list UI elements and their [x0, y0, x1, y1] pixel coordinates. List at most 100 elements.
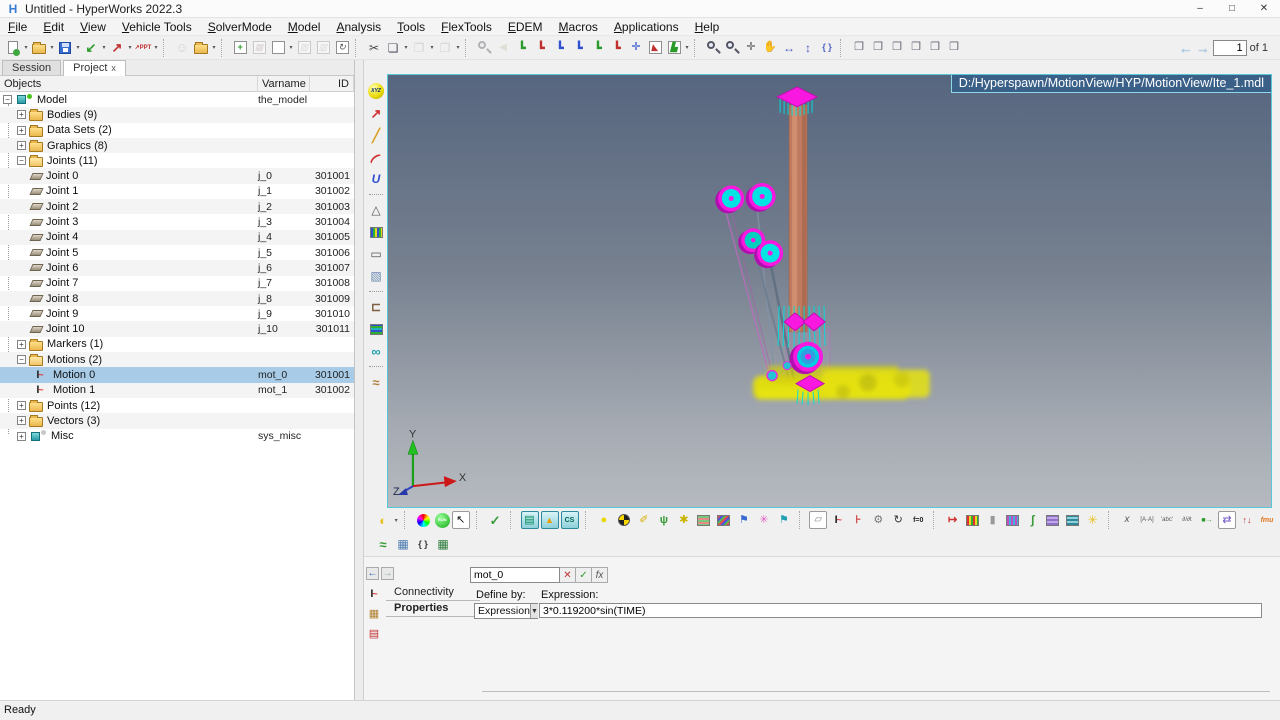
copy-image-icon[interactable]: ❒ — [926, 39, 944, 57]
fit-height-icon[interactable]: ↕ — [799, 39, 817, 57]
paste-special-icon-dropdown[interactable]: ▾ — [455, 44, 461, 51]
menu-file[interactable]: File — [0, 19, 35, 35]
view-xz-icon[interactable]: ┗ — [551, 39, 569, 57]
panel-back-button[interactable]: ← — [366, 567, 379, 580]
solver-export-icon[interactable]: ■→ — [1198, 511, 1216, 529]
export-model-icon[interactable]: ↗ — [108, 39, 126, 57]
tree-expander-icon[interactable]: − — [17, 156, 26, 165]
view-iso-icon[interactable]: ✛ — [627, 39, 645, 57]
view-zy-icon[interactable]: ┗ — [608, 39, 626, 57]
tree-row-data-sets-2-[interactable]: +Data Sets (2) — [0, 123, 354, 138]
tree-row-joint-3[interactable]: Joint 3j_3301004 — [0, 214, 354, 229]
icon[interactable]: I~ — [31, 381, 49, 399]
xyz-coords-icon[interactable]: XYZ — [367, 82, 385, 100]
paste-icon-dropdown[interactable]: ▾ — [429, 44, 435, 51]
tree-expander-icon[interactable]: − — [17, 355, 26, 364]
vector-entity-icon[interactable]: ↗ — [367, 104, 385, 122]
next-page-button[interactable]: → — [1196, 40, 1210, 56]
panel-splitter[interactable] — [355, 60, 364, 700]
panel-notes-icon[interactable]: ▤ — [365, 625, 383, 643]
table-icon[interactable]: ▦ — [434, 535, 452, 553]
page-layout-icon[interactable] — [269, 39, 287, 57]
organize-library-icon[interactable] — [192, 39, 210, 57]
fmu-icon[interactable]: fmu — [1258, 511, 1276, 529]
view-back-icon[interactable]: ◀ — [494, 39, 512, 57]
tree-expander-icon[interactable]: + — [17, 141, 26, 150]
tree-row-bodies-9-[interactable]: +Bodies (9) — [0, 107, 354, 122]
coupler-entity-icon[interactable]: ✱ — [675, 511, 693, 529]
menu-help[interactable]: Help — [687, 19, 728, 35]
tab-project[interactable]: Projectx — [63, 60, 126, 76]
force-entity-icon[interactable]: ✳ — [755, 511, 773, 529]
clamp-icon[interactable]: ⊏ — [367, 298, 385, 316]
close-button[interactable]: ✕ — [1248, 0, 1280, 18]
save-image-icon[interactable]: ❒ — [945, 39, 963, 57]
tree-row-joint-8[interactable]: Joint 8j_8301009 — [0, 291, 354, 306]
new-session-icon-dropdown[interactable]: ▾ — [23, 44, 29, 51]
zoom-in-icon[interactable] — [704, 39, 722, 57]
panel-tab-properties[interactable]: Properties — [386, 601, 480, 617]
tree-row-vectors-3-[interactable]: +Vectors (3) — [0, 413, 354, 428]
layout-four-icon[interactable]: ▥ — [314, 39, 332, 57]
snapshot-icon[interactable]: ▧ — [367, 267, 385, 285]
entity-display-icon[interactable]: ▙ — [665, 39, 683, 57]
shaded-view-icon-dropdown[interactable]: ▾ — [394, 517, 398, 524]
joint-entity-icon[interactable]: ψ — [655, 511, 673, 529]
deformed-shape-icon[interactable] — [367, 320, 385, 338]
tree-expander-icon[interactable]: + — [17, 340, 26, 349]
menu-flextools[interactable]: FlexTools — [433, 19, 500, 35]
open-session-icon[interactable] — [30, 39, 48, 57]
add-page-icon[interactable]: + — [231, 39, 249, 57]
matrix-icon[interactable]: [A·A] — [1138, 511, 1156, 529]
capture-image-icon[interactable]: ❒ — [850, 39, 868, 57]
body-entity-icon[interactable] — [615, 511, 633, 529]
tab-session[interactable]: Session — [2, 60, 61, 75]
contact-icon[interactable] — [1064, 511, 1082, 529]
panel-table-icon[interactable]: ▦ — [365, 605, 383, 623]
cut-icon[interactable]: ✂ — [365, 39, 383, 57]
tree-expander-icon[interactable]: + — [17, 126, 26, 135]
menu-edem[interactable]: EDEM — [500, 19, 551, 35]
line-entity-icon[interactable]: ╱ — [367, 126, 385, 144]
import-model-icon-dropdown[interactable]: ▾ — [101, 44, 107, 51]
clamp-tool-icon[interactable]: ⊦ — [849, 511, 867, 529]
menu-tools[interactable]: Tools — [389, 19, 433, 35]
capture-window-icon[interactable]: ❒ — [888, 39, 906, 57]
tree-row-markers-1-[interactable]: +Markers (1) — [0, 337, 354, 352]
fit-width-icon[interactable]: ↔ — [780, 39, 798, 57]
expression-input[interactable] — [539, 603, 1262, 618]
tab-close-icon[interactable]: x — [111, 63, 116, 73]
chevron-down-icon[interactable]: ▼ — [530, 604, 538, 618]
minimize-button[interactable]: – — [1184, 0, 1216, 18]
icon[interactable] — [29, 427, 47, 445]
graphic-entity-icon[interactable] — [715, 511, 733, 529]
entity-display-icon-dropdown[interactable]: ▾ — [684, 44, 690, 51]
apply-check-button[interactable]: ✓ — [576, 567, 592, 583]
entity-name-input[interactable] — [470, 567, 560, 583]
tree-expander-icon[interactable]: + — [17, 432, 26, 441]
new-session-icon[interactable] — [4, 39, 22, 57]
spline-entity-icon[interactable]: U — [367, 170, 385, 188]
derivative-icon[interactable]: ∂/∂t — [1178, 511, 1196, 529]
tree-row-joint-10[interactable]: Joint 10j_10301011 — [0, 321, 354, 336]
menu-macros[interactable]: Macros — [551, 19, 606, 35]
import-model-icon[interactable]: ↙ — [82, 39, 100, 57]
paste-icon[interactable]: ❐ — [410, 39, 428, 57]
attachment-tool-icon[interactable]: ▱ — [809, 511, 827, 529]
orbit-view-icon[interactable]: { } — [818, 39, 836, 57]
point-entity-icon[interactable]: ● — [595, 511, 613, 529]
menu-view[interactable]: View — [72, 19, 114, 35]
sort-bars-icon[interactable]: ↑↓ — [1238, 511, 1256, 529]
export-model-icon-dropdown[interactable]: ▾ — [127, 44, 133, 51]
cs-panel-icon[interactable]: CS — [561, 511, 579, 529]
column-objects[interactable]: Objects — [0, 76, 258, 92]
tree-row-motion-0[interactable]: I~Motion 0mot_0301001 — [0, 367, 354, 382]
spring-damper-icon[interactable]: ʃ — [1024, 511, 1042, 529]
menu-vehicle-tools[interactable]: Vehicle Tools — [114, 19, 200, 35]
trace-brush-icon[interactable]: ≈ — [367, 373, 385, 391]
contour-legend-icon[interactable] — [964, 511, 982, 529]
layout-two-icon[interactable]: ▥ — [295, 39, 313, 57]
menu-analysis[interactable]: Analysis — [328, 19, 389, 35]
tree-row-model[interactable]: −Modelthe_model — [0, 92, 354, 107]
stereo-glasses-icon[interactable]: ∞ — [367, 342, 385, 360]
